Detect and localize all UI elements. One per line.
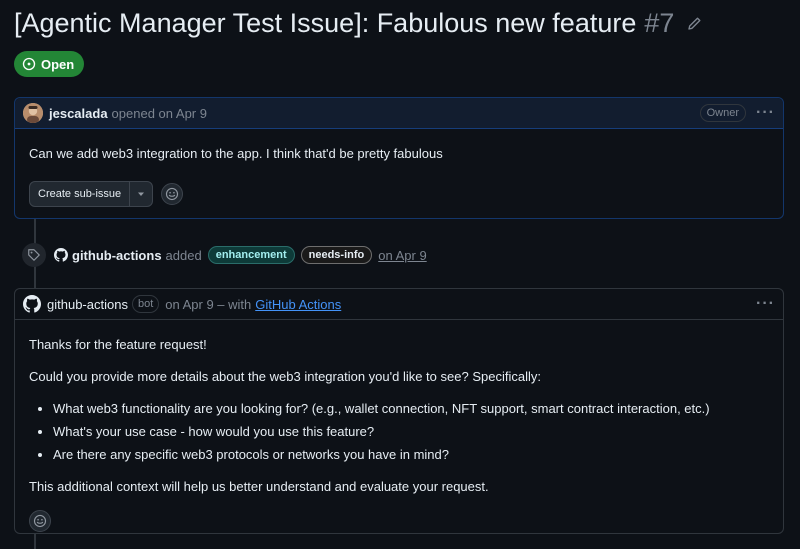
triangle-down-icon[interactable]	[130, 182, 152, 206]
list-item: What web3 functionality are you looking …	[53, 400, 769, 418]
label-enhancement[interactable]: enhancement	[207, 246, 295, 264]
smiley-icon[interactable]	[161, 183, 184, 205]
pencil-icon[interactable]	[686, 16, 702, 32]
label-needs-info[interactable]: needs-info	[300, 246, 373, 264]
comment-meta: opened on Apr 9	[111, 105, 207, 121]
github-mark-icon[interactable]	[23, 295, 41, 313]
kebab-horizontal-icon[interactable]: ···	[756, 295, 775, 313]
comment-author[interactable]: github-actions	[47, 297, 128, 312]
issue-title-row: [Agentic Manager Test Issue]: Fabulous n…	[14, 8, 790, 39]
event-date[interactable]: on Apr 9	[378, 248, 426, 263]
github-mark-icon	[54, 248, 68, 262]
comment-header: jescalada opened on Apr 9 Owner ···	[15, 98, 783, 129]
issue-open-icon	[22, 57, 36, 71]
smiley-icon[interactable]	[29, 510, 51, 532]
comment-body-text: Can we add web3 integration to the app. …	[29, 146, 443, 161]
issue-state-badge: Open	[14, 51, 85, 77]
event-actor[interactable]: github-actions	[72, 248, 162, 263]
list-item: Are there any specific web3 protocols or…	[53, 446, 769, 464]
comment-paragraph: This additional context will help us bet…	[29, 479, 489, 494]
list-item: What's your use case - how would you use…	[53, 423, 769, 441]
bot-badge: bot	[131, 295, 160, 313]
owner-badge: Owner	[699, 104, 747, 122]
comment-header: github-actions bot on Apr 9 – with GitHu…	[15, 289, 783, 320]
event-action: added	[165, 247, 202, 263]
bot-comment: github-actions bot on Apr 9 – with GitHu…	[14, 288, 784, 534]
comment-meta: on Apr 9 – with	[165, 296, 252, 312]
issue-state-label: Open	[41, 56, 75, 72]
tag-icon	[22, 243, 46, 267]
create-sub-issue-button[interactable]: Create sub-issue	[30, 182, 131, 206]
issue-title: [Agentic Manager Test Issue]: Fabulous n…	[14, 8, 637, 38]
comment-paragraph: Thanks for the feature request!	[29, 337, 207, 352]
label-event: github-actions added enhancement needs-i…	[22, 243, 427, 267]
create-sub-issue-button-group: Create sub-issue	[29, 181, 154, 207]
kebab-horizontal-icon[interactable]: ···	[756, 104, 775, 122]
comment-author[interactable]: jescalada	[49, 106, 108, 121]
issue-number: #7	[644, 8, 675, 38]
avatar[interactable]	[23, 103, 43, 123]
issue-description-comment: jescalada opened on Apr 9 Owner ··· Can …	[14, 97, 784, 219]
question-list: What web3 functionality are you looking …	[29, 400, 769, 464]
github-actions-link[interactable]: GitHub Actions	[255, 297, 341, 312]
comment-paragraph: Could you provide more details about the…	[29, 369, 541, 384]
